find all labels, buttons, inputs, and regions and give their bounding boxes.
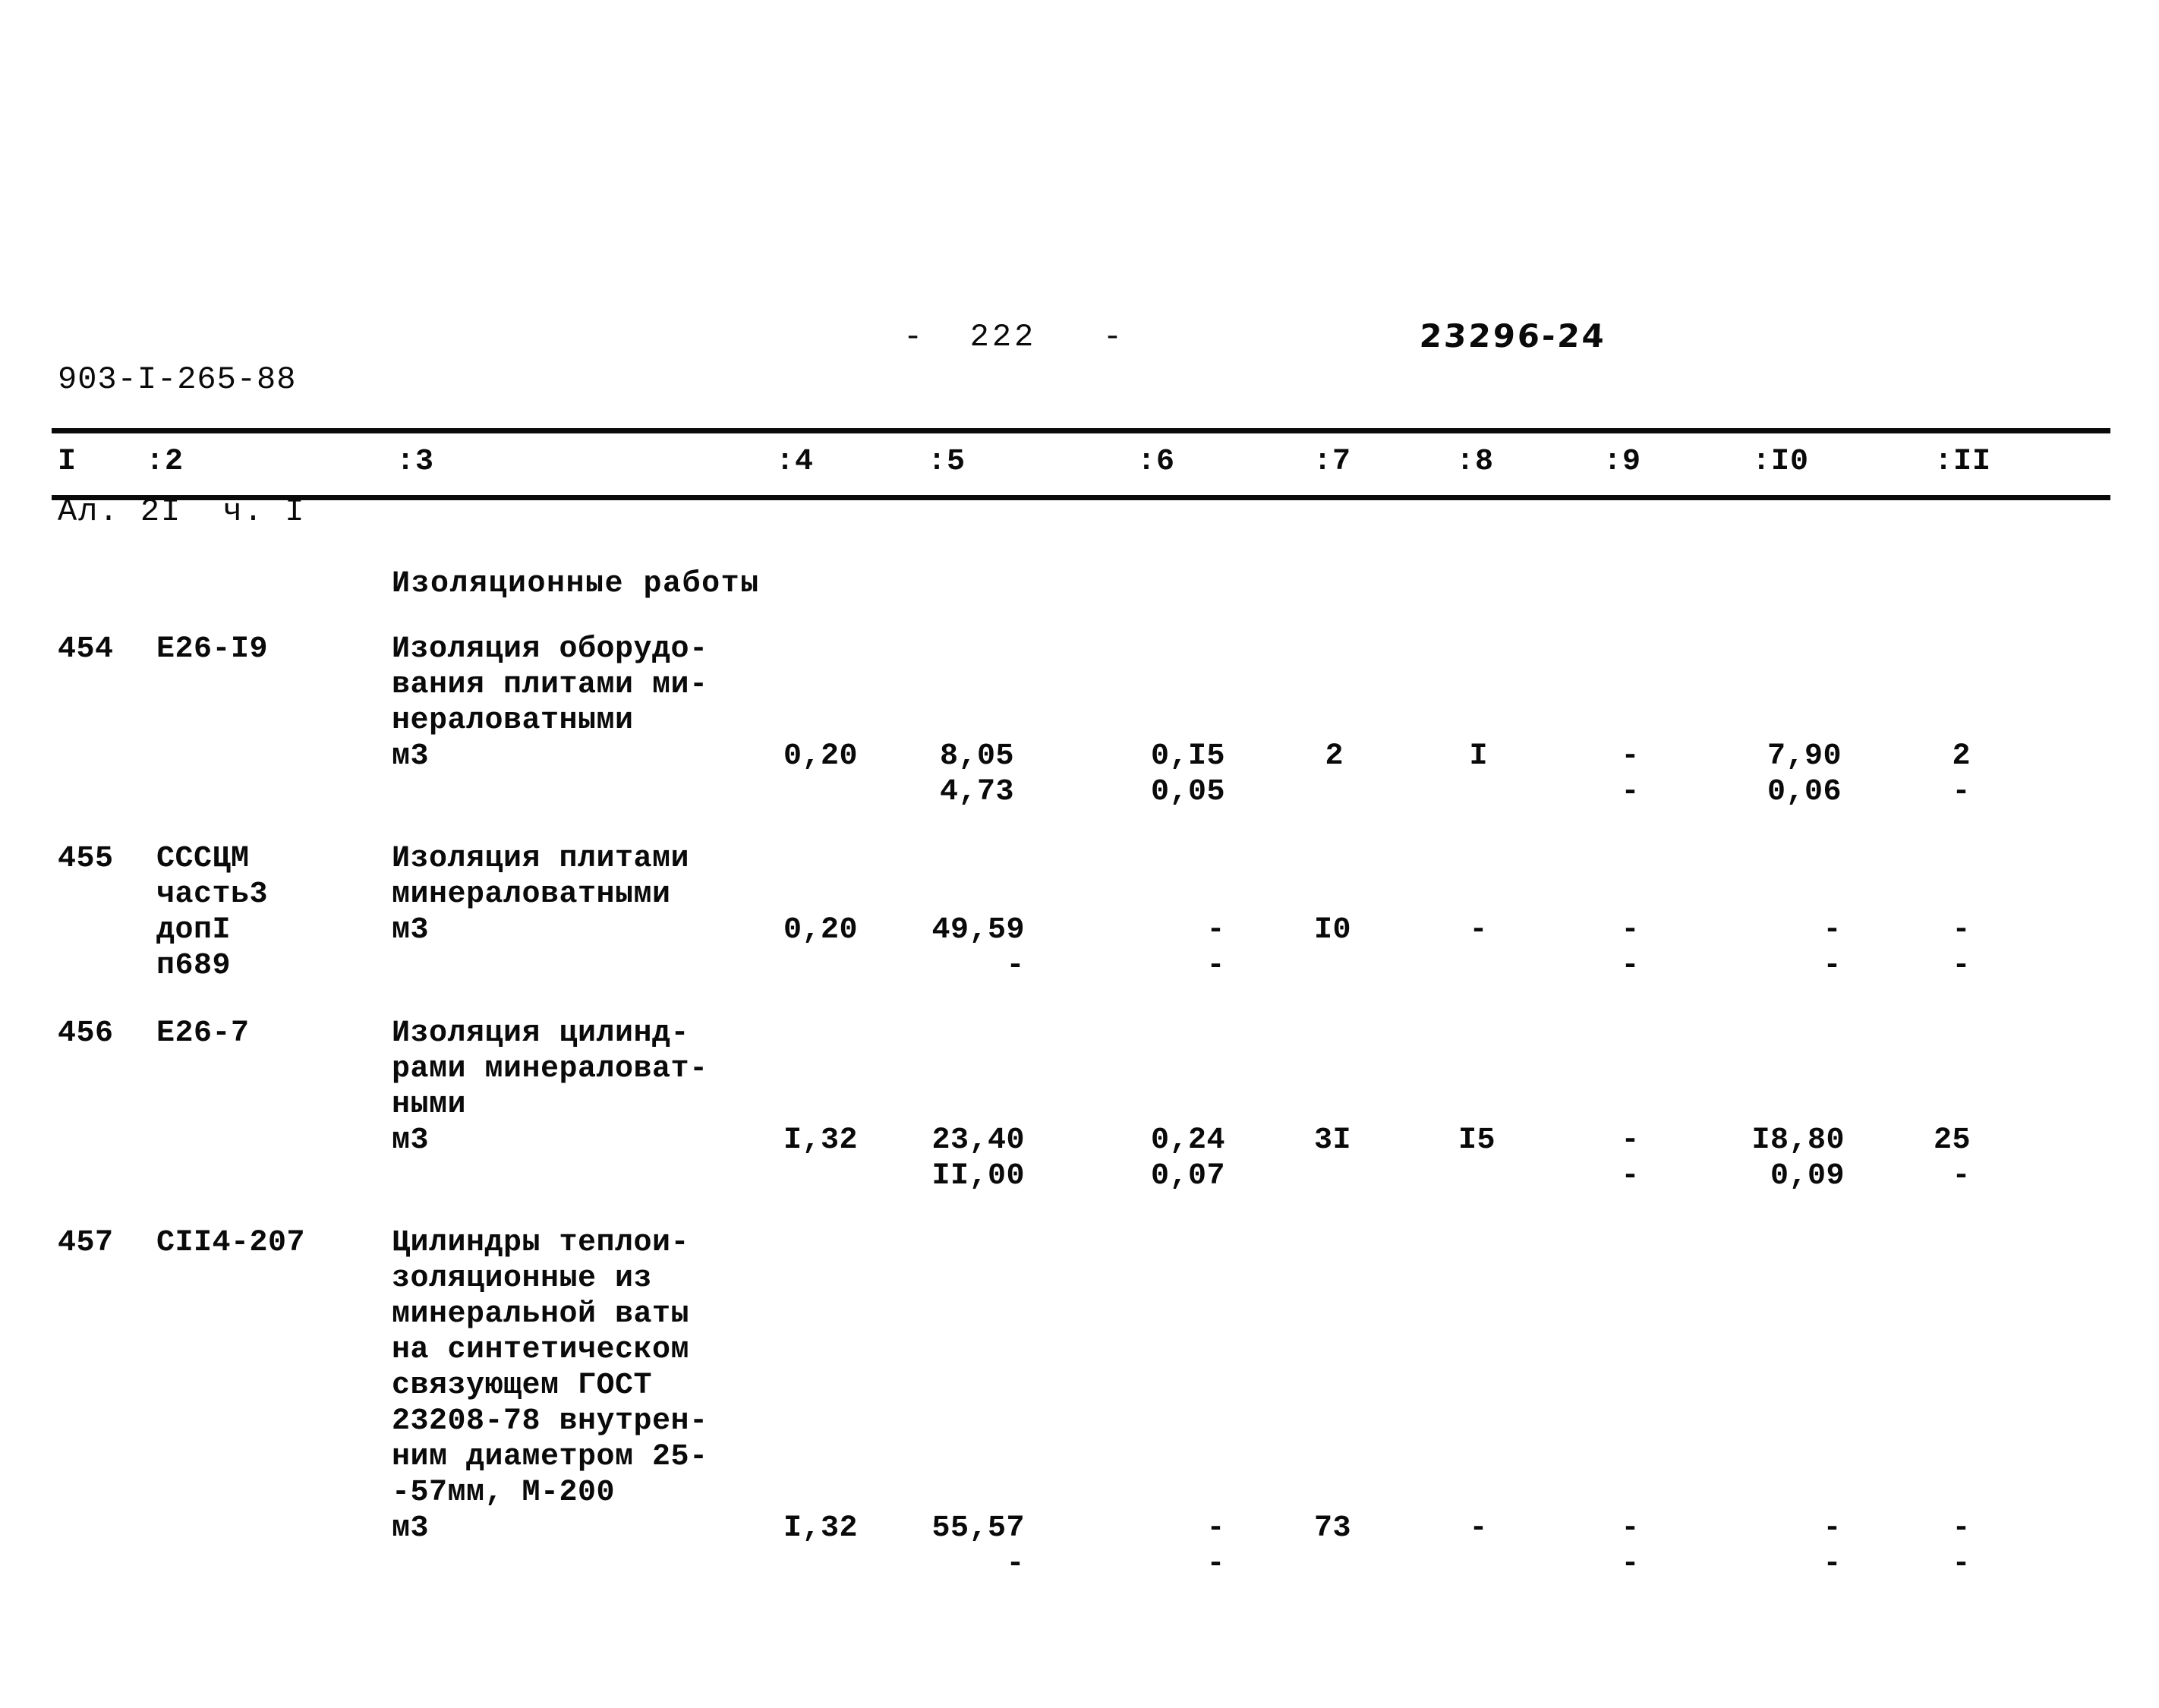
cell-c10-bottom: - [1823, 1547, 1842, 1581]
cell-c7: 2 [1325, 739, 1344, 774]
cell-c10-top: I8,80 [1751, 1123, 1845, 1158]
row-number: 454 [58, 632, 114, 666]
cell-c6-bottom: 0,07 [1150, 1159, 1225, 1193]
row-code: СII4-207 [156, 1226, 306, 1260]
cell-c7: 73 [1313, 1511, 1351, 1546]
cell-c10-top: - [1823, 1511, 1842, 1546]
cell-c10-top: 7,90 [1767, 739, 1842, 774]
cell-c6-top: - [1206, 913, 1225, 947]
cell-c6-top: - [1206, 1511, 1225, 1546]
cell-c5-top: 49,59 [931, 913, 1025, 947]
cell-c9-bottom: - [1621, 1547, 1640, 1581]
cell-c10-bottom: 0,06 [1767, 775, 1842, 809]
cell-c11-bottom: - [1952, 775, 1971, 809]
row-description: Цилиндры теплои- золяционные из минераль… [392, 1226, 708, 1546]
cell-c4: 0,20 [783, 739, 858, 774]
cell-c10-bottom: - [1823, 949, 1842, 983]
cell-c6-bottom: - [1206, 949, 1225, 983]
section-title: Изоляционные работы [392, 567, 760, 601]
cell-c10-top: - [1823, 913, 1842, 947]
cell-c6-bottom: - [1206, 1547, 1225, 1581]
cell-c5-bottom: - [1006, 1547, 1025, 1581]
cell-c10-bottom: 0,09 [1770, 1159, 1845, 1193]
cell-c5-top: 55,57 [931, 1511, 1025, 1546]
cell-c9-top: - [1621, 913, 1640, 947]
row-description: Изоляция плитами минераловатными м3 [392, 842, 690, 947]
cell-c4: I,32 [783, 1123, 858, 1158]
cell-c9-bottom: - [1621, 775, 1640, 809]
cell-c5-bottom: II,00 [931, 1159, 1025, 1193]
row-code: Е26-I9 [156, 632, 269, 666]
row-description: Изоляция оборудо- вания плитами ми- нера… [392, 632, 708, 774]
cell-c9-bottom: - [1621, 949, 1640, 983]
cell-c11-bottom: - [1952, 1159, 1971, 1193]
cell-c6-top: 0,I5 [1150, 739, 1225, 774]
cell-c11-bottom: - [1952, 1547, 1971, 1581]
cell-c5-bottom: 4,73 [939, 775, 1014, 809]
cell-c7: 3I [1313, 1123, 1351, 1158]
row-description: Изоляция цилинд- рами минераловат- ными … [392, 1016, 708, 1158]
cell-c7: I0 [1313, 913, 1351, 947]
row-number: 457 [58, 1226, 114, 1260]
cell-c6-top: 0,24 [1150, 1123, 1225, 1158]
cell-c11-top: - [1952, 913, 1971, 947]
cell-c4: I,32 [783, 1511, 858, 1546]
cell-c5-top: 23,40 [931, 1123, 1025, 1158]
cell-c9-top: - [1621, 1123, 1640, 1158]
cell-c8: - [1469, 1511, 1488, 1546]
row-number: 455 [58, 842, 114, 876]
cell-c8: I5 [1458, 1123, 1496, 1158]
row-number: 456 [58, 1016, 114, 1051]
row-code: СССЦМ часть3 допI п689 [156, 842, 269, 983]
cell-c11-top: 25 [1933, 1123, 1971, 1158]
cell-c4: 0,20 [783, 913, 858, 947]
row-code: Е26-7 [156, 1016, 250, 1051]
estimate-table: Изоляционные работы 454 Е26-I9 Изоляция … [0, 0, 2159, 1708]
scanned-page: 903-I-265-88 Ал. 2I ч. I - 222 - 23296-2… [0, 0, 2159, 1708]
cell-c8: - [1469, 913, 1488, 947]
cell-c9-top: - [1621, 739, 1640, 774]
cell-c5-top: 8,05 [939, 739, 1014, 774]
cell-c11-top: - [1952, 1511, 1971, 1546]
cell-c6-bottom: 0,05 [1150, 775, 1225, 809]
cell-c11-top: 2 [1952, 739, 1971, 774]
cell-c9-bottom: - [1621, 1159, 1640, 1193]
cell-c5-bottom: - [1006, 949, 1025, 983]
cell-c8: I [1469, 739, 1488, 774]
cell-c11-bottom: - [1952, 949, 1971, 983]
cell-c9-top: - [1621, 1511, 1640, 1546]
